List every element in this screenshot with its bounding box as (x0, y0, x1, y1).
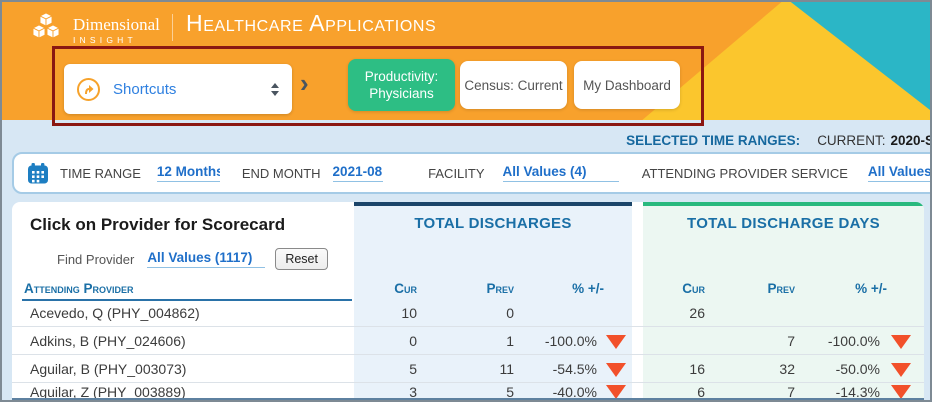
discharges-pct-cell: -54.5% (505, 361, 597, 377)
discharges-pct-header: % +/- (492, 281, 604, 296)
discharges-cur-cell: 0 (352, 333, 417, 349)
total-discharge-days-title: TOTAL DISCHARGE DAYS (643, 215, 924, 232)
table-row[interactable]: Adkins, B (PHY_024606) 0 1 -100.0% 7 -10… (12, 327, 924, 355)
shortcut-icon (77, 78, 100, 101)
logo-text: Dimensional INSIGHT (73, 16, 160, 45)
table-row[interactable]: Acevedo, Q (PHY_004862) 10 0 26 (12, 299, 924, 327)
provider-name-cell[interactable]: Aguilar, B (PHY_003073) (30, 361, 186, 377)
page-title: Healthcare Applications (186, 10, 436, 37)
end-month-value[interactable]: 2021-08 (333, 164, 384, 182)
find-provider-row: Find Provider All Values (1117) Reset (57, 246, 328, 272)
time-range-value[interactable]: 12 Months (157, 164, 220, 182)
days-prev-cell: 7 (730, 333, 795, 349)
header-divider (172, 14, 173, 41)
current-time-range: CURRENT: 2020-S (817, 133, 932, 148)
discharges-prev-cell: 0 (447, 305, 514, 321)
my-dashboard-button[interactable]: My Dashboard (574, 61, 680, 109)
dropdown-spinner-icon[interactable] (271, 83, 279, 96)
attending-provider-header: Attending Provider (24, 281, 134, 296)
days-pct-header: % +/- (777, 281, 887, 296)
days-cur-header: Cur (642, 281, 705, 296)
down-triangle-icon (606, 335, 626, 349)
app-window: Dimensional INSIGHT Healthcare Applicati… (0, 0, 932, 402)
discharges-pct-cell: -100.0% (505, 333, 597, 349)
attending-provider-service-value[interactable]: All Values (868, 164, 932, 182)
time-range-label: TIME RANGE (60, 166, 141, 181)
panel-heading: Click on Provider for Scorecard (30, 215, 285, 235)
provider-name-cell[interactable]: Adkins, B (PHY_024606) (30, 333, 186, 349)
attending-provider-service-label: ATTENDING PROVIDER SERVICE (642, 166, 848, 181)
reset-button[interactable]: Reset (275, 248, 328, 270)
days-cur-cell: 16 (642, 361, 705, 377)
discharges-cur-header: Cur (352, 281, 417, 296)
table-row[interactable]: Aguilar, B (PHY_003073) 5 11 -54.5% 16 3… (12, 355, 924, 383)
current-time-range-value: 2020-S (890, 133, 932, 148)
days-pct-cell: -50.0% (788, 361, 880, 377)
down-triangle-icon (891, 363, 911, 377)
shortcuts-label: Shortcuts (113, 81, 258, 98)
down-triangle-icon (891, 385, 911, 399)
down-triangle-icon (606, 385, 626, 399)
days-prev-cell: 32 (730, 361, 795, 377)
days-cur-cell: 26 (642, 305, 705, 321)
provider-name-cell[interactable]: Acevedo, Q (PHY_004862) (30, 305, 200, 321)
shortcuts-dropdown[interactable]: Shortcuts (64, 64, 292, 114)
discharges-prev-cell: 11 (447, 361, 514, 377)
provider-table-panel: TOTAL DISCHARGES TOTAL DISCHARGE DAYS Cl… (12, 202, 924, 402)
current-label: CURRENT: (817, 133, 885, 148)
facility-value[interactable]: All Values (4) (503, 164, 619, 182)
facility-label: FACILITY (428, 166, 484, 181)
discharges-cur-cell: 5 (352, 361, 417, 377)
column-header-row: Attending Provider Cur Prev % +/- Cur Pr… (12, 281, 924, 299)
expand-chevron-icon[interactable]: › (300, 70, 309, 96)
total-discharges-title: TOTAL DISCHARGES (354, 215, 632, 232)
bottom-divider (12, 398, 924, 401)
down-triangle-icon (606, 363, 626, 377)
calendar-icon (27, 163, 49, 184)
logo-cubes-icon (30, 13, 64, 48)
end-month-label: END MONTH (242, 166, 321, 181)
selected-time-ranges-bar: SELECTED TIME RANGES: CURRENT: 2020-S (2, 131, 932, 150)
find-provider-label: Find Provider (57, 252, 134, 267)
discharges-prev-cell: 1 (447, 333, 514, 349)
down-triangle-icon (891, 335, 911, 349)
find-provider-value[interactable]: All Values (1117) (147, 250, 265, 268)
filter-bar: TIME RANGE 12 Months END MONTH 2021-08 F… (12, 152, 932, 194)
productivity-physicians-button[interactable]: Productivity: Physicians (348, 59, 455, 111)
selected-time-ranges-label: SELECTED TIME RANGES: (626, 133, 800, 148)
dimensional-insight-logo: Dimensional INSIGHT (30, 13, 160, 48)
days-pct-cell: -100.0% (788, 333, 880, 349)
discharges-cur-cell: 10 (352, 305, 417, 321)
census-current-button[interactable]: Census: Current (460, 61, 567, 109)
